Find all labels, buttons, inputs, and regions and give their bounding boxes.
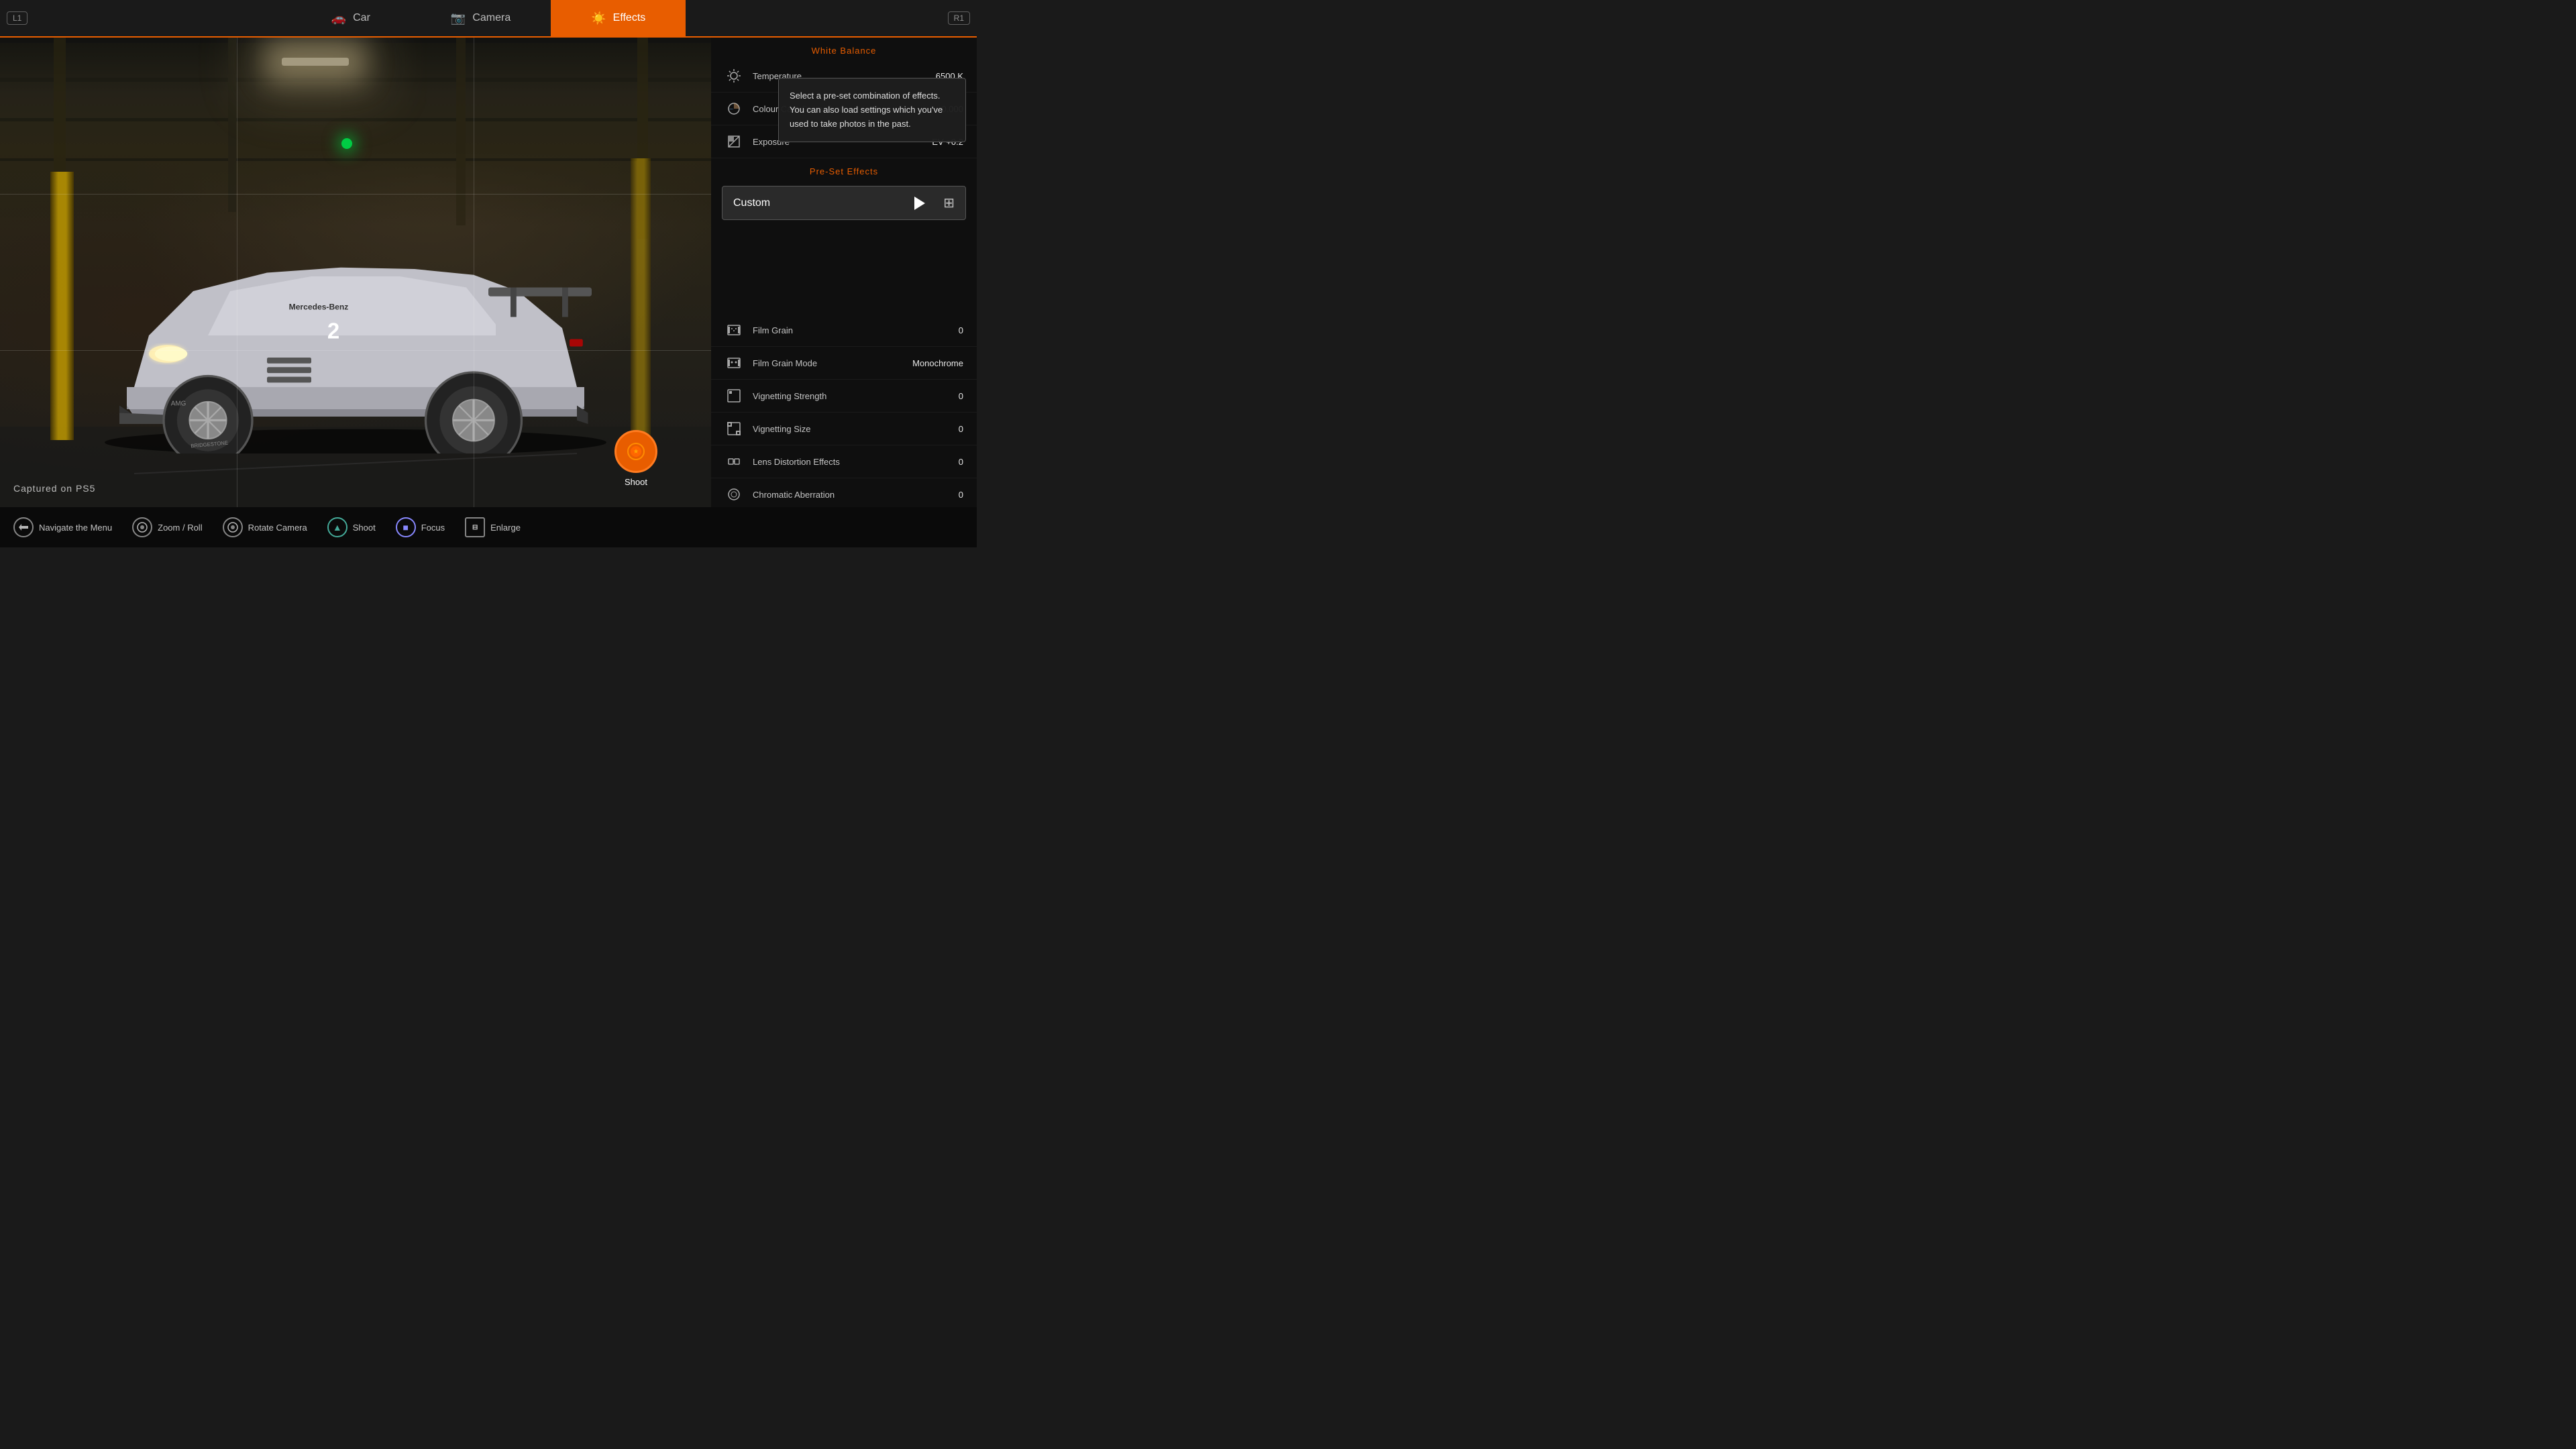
film-grain-mode-value: Monochrome (912, 358, 963, 368)
vignetting-strength-value: 0 (959, 391, 963, 401)
camera-icon: 📷 (451, 11, 466, 25)
zoom-roll-action: Zoom / Roll (132, 517, 202, 537)
top-nav: L1 🚗 Car 📷 Camera ☀️ Effects R1 (0, 0, 977, 38)
chromatic-aberration-row[interactable]: Chromatic Aberration 0 (711, 478, 977, 507)
grid-icon: ⊞ (943, 195, 955, 211)
shoot-action-label: Shoot (353, 523, 376, 533)
preset-selected-label: Custom (733, 197, 943, 209)
lens-distortion-row[interactable]: Lens Distortion Effects 0 (711, 445, 977, 478)
film-grain-row[interactable]: Film Grain 0 (711, 314, 977, 347)
shoot-action: ▲ Shoot (327, 517, 376, 537)
vignetting-size-row[interactable]: Vignetting Size 0 (711, 413, 977, 445)
car-container: 2 Mercedes-Benz AMG BRIDGESTONE (0, 199, 711, 453)
tab-camera[interactable]: 📷 Camera (411, 0, 551, 36)
vignetting-size-value: 0 (959, 424, 963, 434)
navigate-menu-action: Navigate the Menu (13, 517, 112, 537)
film-grain-mode-icon (724, 354, 743, 372)
chromatic-aberration-icon (724, 485, 743, 504)
viewport-background: 2 Mercedes-Benz AMG BRIDGESTONE (0, 38, 711, 507)
white-balance-header: White Balance (711, 38, 977, 60)
right-panel: White Balance Temperature 6500 K Colour … (711, 38, 977, 507)
navigate-menu-label: Navigate the Menu (39, 523, 112, 533)
bumper-l1[interactable]: L1 (7, 11, 28, 25)
bottom-bar: Navigate the Menu Zoom / Roll Rotate Cam… (0, 507, 977, 547)
svg-text:Mercedes-Benz: Mercedes-Benz (289, 303, 349, 312)
tab-effects-label: Effects (613, 12, 646, 24)
exposure-icon (724, 132, 743, 151)
vignetting-strength-row[interactable]: Vignetting Strength 0 (711, 380, 977, 413)
shoot-circle-button[interactable] (614, 430, 657, 473)
enlarge-icon-btn[interactable]: ⊟ (465, 517, 485, 537)
preset-dropdown[interactable]: Custom ⊞ (722, 186, 966, 220)
rotate-camera-icon-btn[interactable] (223, 517, 243, 537)
film-grain-label: Film Grain (753, 325, 959, 335)
tab-camera-label: Camera (472, 12, 511, 24)
focus-label: Focus (421, 523, 445, 533)
cursor-pointer (914, 197, 925, 210)
shoot-button-label: Shoot (625, 477, 647, 487)
viewport: 2 Mercedes-Benz AMG BRIDGESTONE (0, 38, 711, 507)
enlarge-action: ⊟ Enlarge (465, 517, 521, 537)
preset-tooltip: Select a pre-set combination of effects.… (778, 78, 966, 142)
rotate-camera-action: Rotate Camera (223, 517, 307, 537)
chromatic-aberration-label: Chromatic Aberration (753, 490, 959, 500)
traffic-light (341, 138, 352, 149)
vignetting-strength-label: Vignetting Strength (753, 391, 959, 401)
svg-text:2: 2 (327, 318, 339, 343)
vignetting-size-icon (724, 419, 743, 438)
vignetting-strength-icon (724, 386, 743, 405)
chromatic-aberration-value: 0 (959, 490, 963, 500)
tab-car[interactable]: 🚗 Car (291, 0, 411, 36)
tab-effects[interactable]: ☀️ Effects (551, 0, 686, 36)
colour-cast-icon (724, 99, 743, 118)
vignetting-size-label: Vignetting Size (753, 424, 959, 434)
lens-distortion-value: 0 (959, 457, 963, 467)
car-svg: 2 Mercedes-Benz AMG BRIDGESTONE (60, 217, 651, 453)
navigate-menu-icon-btn[interactable] (13, 517, 34, 537)
enlarge-label: Enlarge (490, 523, 521, 533)
film-grain-icon (724, 321, 743, 339)
tab-car-label: Car (353, 12, 370, 24)
camera-shutter-icon (625, 441, 647, 462)
zoom-roll-icon-btn[interactable] (132, 517, 152, 537)
ceiling-light (282, 58, 349, 66)
shoot-button-area: Shoot (614, 430, 657, 487)
focus-action: ■ Focus (396, 517, 445, 537)
rotate-camera-label: Rotate Camera (248, 523, 307, 533)
temperature-icon (724, 66, 743, 85)
captured-text: Captured on PS5 (13, 483, 95, 494)
film-grain-value: 0 (959, 325, 963, 335)
tooltip-text: Select a pre-set combination of effects.… (790, 91, 943, 129)
effects-icon: ☀️ (591, 11, 606, 25)
car-icon: 🚗 (331, 11, 346, 25)
svg-text:AMG: AMG (171, 400, 186, 408)
bumper-r1[interactable]: R1 (948, 11, 970, 25)
preset-effects-header: Pre-Set Effects (711, 158, 977, 180)
lens-distortion-label: Lens Distortion Effects (753, 457, 959, 467)
focus-icon-btn[interactable]: ■ (396, 517, 416, 537)
film-grain-mode-row[interactable]: Film Grain Mode Monochrome (711, 347, 977, 380)
film-grain-mode-label: Film Grain Mode (753, 358, 912, 368)
zoom-roll-label: Zoom / Roll (158, 523, 202, 533)
shoot-icon-btn[interactable]: ▲ (327, 517, 347, 537)
lens-distortion-icon (724, 452, 743, 471)
